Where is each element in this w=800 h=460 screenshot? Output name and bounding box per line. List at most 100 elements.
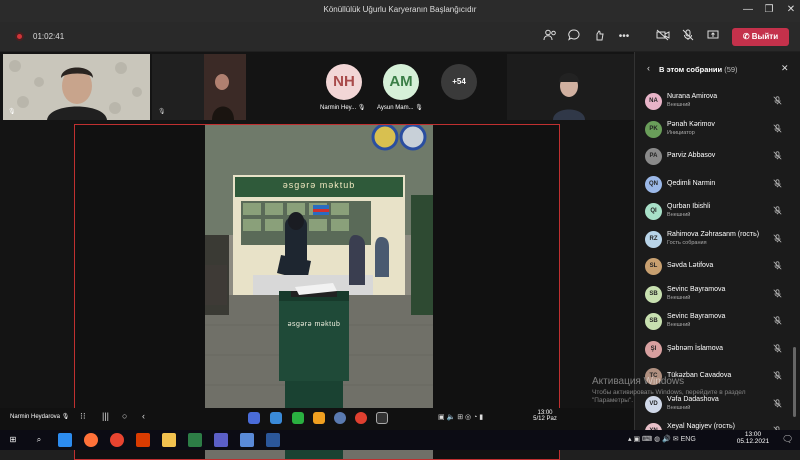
teams-icon[interactable] (214, 433, 228, 447)
participant-row[interactable]: QI Qurban Ibishli Внешний (635, 200, 800, 224)
chat-icon[interactable] (566, 29, 582, 45)
home-icon[interactable]: ○ (122, 411, 127, 421)
participant-row[interactable]: SB Sevinc Bayramova Внешний (635, 310, 800, 334)
app-icon[interactable] (188, 433, 202, 447)
mic-off-icon (773, 233, 782, 245)
participant-name-text: Aysun Mam... (377, 105, 414, 111)
app-icon[interactable] (270, 412, 282, 424)
apps-grid-icon[interactable]: ⁝⁝ (80, 411, 86, 422)
participant-role: Внешний (667, 322, 691, 328)
whatsapp-icon[interactable] (292, 412, 304, 424)
participant-video-tile[interactable] (3, 54, 150, 120)
participant-name: Narmin Hey... 🎙 (320, 104, 366, 111)
reactions-icon[interactable] (591, 29, 607, 45)
more-participants-badge[interactable]: +54 (441, 64, 477, 100)
participant-name: Aysun Mam... 🎙 (377, 104, 423, 111)
share-screen-icon[interactable] (705, 29, 721, 45)
firefox-icon[interactable] (84, 433, 98, 447)
activation-watermark-title: Активация Windows (592, 376, 685, 387)
participant-name: Sevinc Bayramova (667, 285, 726, 293)
participant-count: (59) (724, 65, 738, 74)
mic-off-icon (773, 123, 782, 135)
camera-off-icon[interactable] (655, 29, 671, 45)
participant-row[interactable]: NA Nurana Amirova Внешний (635, 90, 800, 114)
participant-avatar: SL (645, 258, 662, 275)
mic-off-icon (773, 371, 782, 382)
participant-avatar: QI (645, 203, 662, 220)
participant-name: Rahimova Zəhrasanm (гость) (667, 230, 760, 238)
participant-row[interactable]: RZ Rahimova Zəhrasanm (гость) Гость собран… (635, 228, 800, 252)
mic-off-icon (773, 288, 782, 300)
leave-label: Выйти (751, 32, 779, 41)
participant-row[interactable]: QN Qedimli Narmin (635, 173, 800, 197)
participant-name: Nurana Amirova (667, 93, 718, 100)
clock-date: 05.12.2021 (736, 438, 770, 445)
meeting-stage: 🎙 🎙 NH Narmin Hey... 🎙 AM Aysun Mam... 🎙… (0, 52, 634, 460)
participant-avatar: RZ (645, 230, 662, 248)
participant-avatar: NA (645, 93, 662, 110)
system-tray-icons[interactable]: ▴ ▣ ⌨ ◍ 🔊 ✉ ENG (628, 435, 696, 443)
panel-title-text: В этом собрании (659, 65, 723, 74)
participant-name: Pənah Kərimov (667, 120, 715, 128)
back-chevron-icon[interactable]: ‹ (647, 63, 650, 73)
presenter-name-text: Narmin Heydarova (10, 414, 61, 420)
zoom-icon[interactable] (58, 433, 72, 447)
participant-role: Внешний (667, 404, 691, 411)
participants-panel: ‹ В этом собрании (59) ✕ NA Nurana Amirov… (634, 52, 800, 440)
participant-name: Xeyal Nagiyev (гость) (667, 423, 735, 430)
notifications-icon[interactable]: 🗨 (782, 434, 793, 445)
mic-off-icon (773, 261, 782, 272)
close-panel-icon[interactable]: ✕ (781, 63, 789, 74)
participant-name: Qurban Ibishli (667, 203, 711, 210)
app-icon[interactable] (313, 412, 325, 424)
participant-avatar[interactable]: NH (326, 64, 362, 100)
participant-row[interactable]: SB Sevinc Bayramova Внешний (635, 283, 800, 307)
mic-off-icon[interactable] (680, 29, 696, 45)
close-window-button[interactable]: ✕ (778, 0, 800, 22)
mic-off-icon (773, 398, 782, 410)
app-icon[interactable] (376, 412, 388, 424)
panel-scrollbar[interactable] (793, 347, 796, 417)
banner-text: əsgərə məktub (282, 180, 356, 190)
mic-off-icon (773, 151, 782, 162)
participant-name: Sevinc Bayramova (667, 313, 726, 320)
participant-row[interactable]: ŞI Şəbnəm İslamova (635, 338, 800, 362)
participant-avatar: SB (645, 285, 662, 303)
recent-apps-icon[interactable]: ||| (102, 411, 109, 421)
chrome-icon[interactable] (355, 412, 367, 424)
search-icon[interactable]: ⌕ (32, 433, 46, 447)
mic-icon: 🎙 (8, 109, 16, 115)
start-icon[interactable]: ⊞ (6, 433, 20, 447)
word-icon[interactable] (266, 433, 280, 447)
mic-off-icon (773, 178, 782, 190)
meeting-timer: 01:02:41 (33, 32, 65, 41)
settings-icon[interactable] (334, 412, 346, 424)
mic-off-icon: 🎙 (415, 105, 423, 111)
back-icon[interactable]: ‹ (142, 411, 145, 421)
taskbar-clock[interactable]: 13:00 05.12.2021 (732, 431, 774, 445)
participant-video-tile[interactable] (507, 54, 634, 120)
meeting-toolbar: 01:02:41 ••• ✆ Выйти (0, 22, 800, 52)
participant-role: Гость собрания (667, 239, 707, 246)
participant-name: Səvda Lətifova (667, 262, 714, 269)
panel-title: В этом собрании (59) (659, 65, 738, 74)
more-actions-icon[interactable]: ••• (616, 29, 632, 45)
office-icon[interactable] (136, 433, 150, 447)
leave-button[interactable]: ✆ Выйти (732, 28, 789, 46)
participant-avatar[interactable]: AM (383, 64, 419, 100)
participant-row[interactable]: SL Səvda Lətifova (635, 255, 800, 279)
app-icon[interactable] (248, 412, 260, 424)
chrome-icon[interactable] (110, 433, 124, 447)
photos-icon[interactable] (240, 433, 254, 447)
recording-icon (15, 32, 24, 41)
participant-name: Parviz Abbasov (667, 152, 716, 159)
participant-row[interactable]: PK Pənah Kərimov Инициатор (635, 118, 800, 142)
participants-icon[interactable] (542, 29, 558, 45)
share-bottom-bar: Narmin Heydarova 🎙 ⁝⁝ ||| ○ ‹ ▣ 🔈 ⊞ ◎ ◔ … (0, 408, 634, 430)
participant-row[interactable]: PA Parviz Abbasov (635, 145, 800, 169)
file-explorer-icon[interactable] (162, 433, 176, 447)
presenter-name: Narmin Heydarova 🎙 (10, 413, 69, 420)
participant-video-tile[interactable] (204, 54, 246, 120)
participant-avatar: PA (645, 148, 662, 165)
participant-name: Qedimli Narmin (667, 179, 716, 187)
